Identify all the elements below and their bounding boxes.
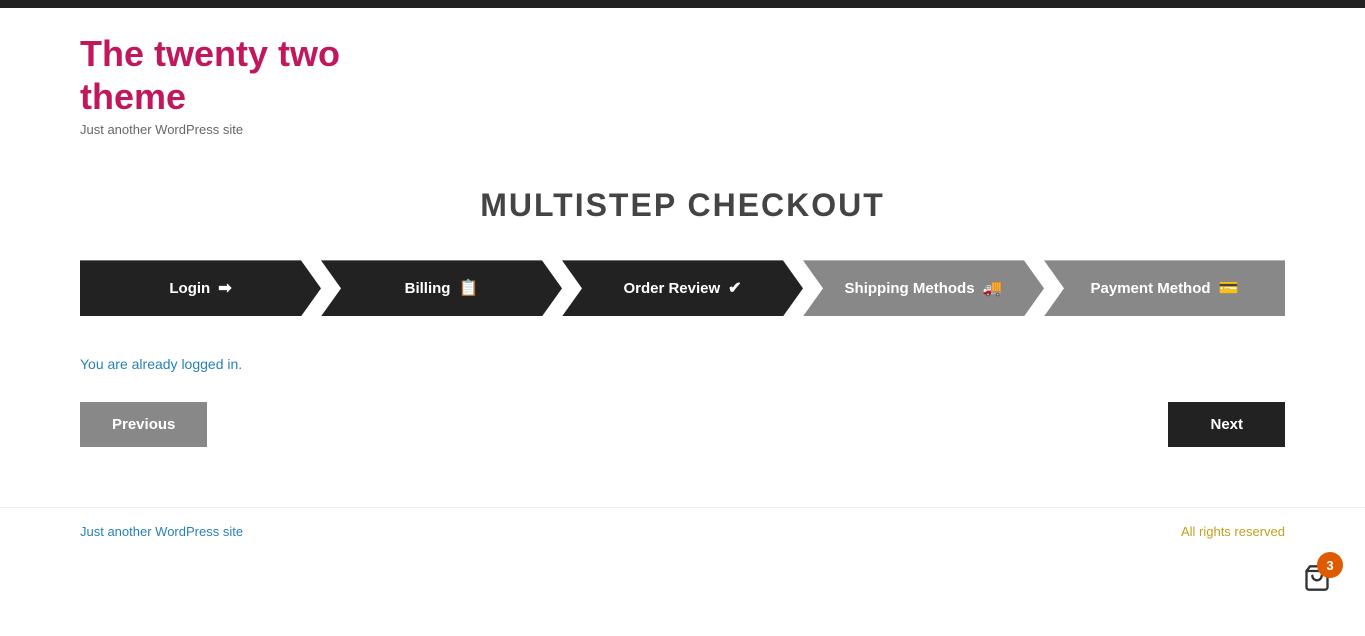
- step-shipping-icon: 🚚: [983, 278, 1003, 298]
- footer-left-text: Just another WordPress site: [80, 524, 243, 539]
- header: The twenty two theme Just another WordPr…: [0, 8, 1365, 157]
- site-tagline: Just another WordPress site: [80, 122, 1285, 137]
- step-billing-label: Billing: [405, 280, 451, 297]
- step-login[interactable]: Login ➡: [80, 260, 321, 316]
- step-payment-method[interactable]: Payment Method 💳: [1044, 260, 1285, 316]
- cart-icon-wrap[interactable]: 3: [1299, 560, 1335, 596]
- nav-buttons: Previous Next: [80, 402, 1285, 447]
- checkout-title: MULTISTEP CHECKOUT: [80, 187, 1285, 224]
- step-login-icon: ➡: [218, 278, 231, 298]
- previous-button[interactable]: Previous: [80, 402, 207, 447]
- footer-right-text: All rights reserved: [1181, 524, 1285, 539]
- step-billing[interactable]: Billing 📋: [321, 260, 562, 316]
- step-order-review[interactable]: Order Review ✔: [562, 260, 803, 316]
- step-payment-method-label: Payment Method: [1091, 280, 1211, 297]
- step-shipping-methods-label: Shipping Methods: [845, 280, 975, 297]
- logged-in-message: You are already logged in.: [80, 356, 1285, 372]
- main-content: MULTISTEP CHECKOUT Login ➡ Billing 📋 Ord…: [0, 157, 1365, 487]
- step-payment-icon: 💳: [1219, 278, 1239, 298]
- next-button[interactable]: Next: [1168, 402, 1285, 447]
- step-login-label: Login: [169, 280, 210, 297]
- site-title-line2: theme: [80, 76, 186, 117]
- step-billing-icon: 📋: [458, 278, 478, 298]
- step-order-review-icon: ✔: [728, 278, 741, 298]
- site-title: The twenty two theme: [80, 32, 1285, 118]
- logged-in-text: You are already logged in.: [80, 356, 242, 372]
- site-title-line1: The twenty two: [80, 33, 340, 74]
- step-order-review-label: Order Review: [623, 280, 720, 297]
- cart-widget[interactable]: 3: [1299, 560, 1335, 596]
- top-bar: [0, 0, 1365, 8]
- cart-count-badge: 3: [1317, 552, 1343, 578]
- steps-container: Login ➡ Billing 📋 Order Review ✔ Shippin…: [80, 260, 1285, 316]
- step-shipping-methods[interactable]: Shipping Methods 🚚: [803, 260, 1044, 316]
- footer: Just another WordPress site All rights r…: [0, 507, 1365, 555]
